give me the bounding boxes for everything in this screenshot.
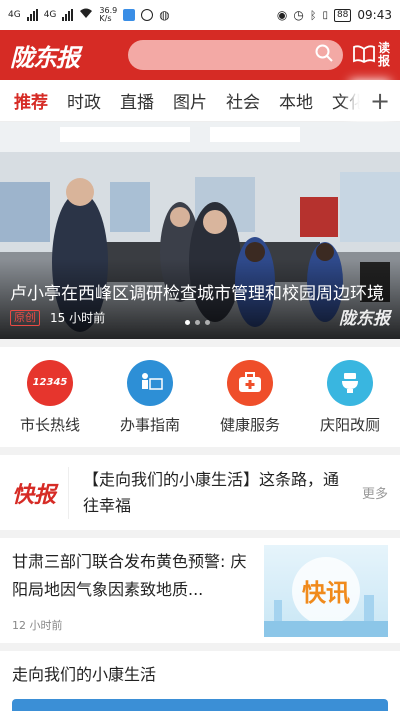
status-bar: 4G 4G 36.9 K/s ◍ ◉ ◷ ᛒ ▯ 88 09:43: [0, 0, 400, 30]
signal-icon: [26, 9, 38, 21]
channel-tabs: 推荐 时政 直播 图片 社会 本地 文化 +: [0, 80, 400, 122]
eye-icon: ◉: [276, 8, 288, 22]
topic-section[interactable]: 走向我们的小康生活: [0, 651, 400, 711]
battery-indicator: 88: [333, 8, 352, 22]
tab-pictures[interactable]: 图片: [173, 88, 207, 113]
kuaibao-logo: 快报: [12, 477, 62, 509]
news-item[interactable]: 甘肃三部门联合发布黄色预警: 庆阳局地因气象因素致地质... 12 小时前 快讯: [0, 538, 400, 643]
news-time: 12 小时前: [12, 619, 63, 632]
tab-recommend[interactable]: 推荐: [14, 88, 48, 113]
headline-banner[interactable]: 卢小亭在西峰区调研检查城市管理和校园周边环境 原创 15 小时前 陇东报: [0, 122, 400, 339]
news-thumbnail[interactable]: 快讯: [264, 545, 388, 637]
signal-icon-2: [62, 9, 74, 21]
service-mayor-hotline[interactable]: 12345 市长热线: [6, 359, 94, 435]
tab-politics[interactable]: 时政: [67, 88, 101, 113]
more-link[interactable]: 更多: [348, 483, 388, 502]
hotline-12345-icon: 12345: [27, 359, 73, 406]
network-label-2: 4G: [43, 10, 57, 20]
carousel-dot: [205, 320, 210, 325]
banner-title[interactable]: 卢小亭在西峰区调研检查城市管理和校园周边环境: [10, 279, 386, 304]
add-channel-button[interactable]: +: [360, 80, 400, 121]
news-flash-text[interactable]: 【走向我们的小康生活】这条路，通往幸福: [68, 466, 348, 519]
tab-society[interactable]: 社会: [226, 88, 260, 113]
thumbnail-text: 快讯: [302, 579, 350, 607]
net-speed: 36.9 K/s: [99, 7, 117, 23]
search-bar[interactable]: [128, 40, 343, 70]
book-icon: [353, 44, 375, 66]
hotline-icon-text: 12345: [32, 377, 68, 388]
app-logo: 陇东报: [10, 42, 80, 72]
service-guide[interactable]: 办事指南: [106, 359, 194, 435]
vibrate-icon: ▯: [322, 9, 328, 21]
banner-meta: 原创 15 小时前: [10, 309, 105, 326]
carousel-dot: [185, 320, 190, 325]
alarm-icon: ◷: [293, 8, 304, 22]
news-flash-bar[interactable]: 快报 【走向我们的小康生活】这条路，通往幸福 更多: [0, 455, 400, 530]
bluetooth-icon: ᛒ: [309, 8, 317, 22]
app-notification-icon: [123, 9, 136, 21]
service-toilet-reform[interactable]: 庆阳改厕: [306, 359, 394, 435]
banner-time: 15 小时前: [50, 311, 106, 325]
medical-kit-icon: [227, 359, 273, 406]
banner-watermark: 陇东报: [339, 309, 390, 329]
tab-live[interactable]: 直播: [120, 88, 154, 113]
original-badge: 原创: [10, 309, 40, 326]
service-label: 健康服务: [219, 415, 280, 434]
toilet-icon: [327, 359, 373, 406]
service-guide-icon: [127, 359, 173, 406]
dubao-label-2: 报: [377, 54, 390, 68]
service-label: 庆阳改厕: [319, 415, 380, 434]
carousel-indicator: [185, 320, 210, 325]
carousel-dot: [195, 320, 200, 325]
service-label: 市长热线: [19, 415, 80, 434]
service-health[interactable]: 健康服务: [206, 359, 294, 435]
clock: 09:43: [357, 8, 392, 22]
section-title[interactable]: 走向我们的小康生活: [12, 661, 388, 685]
message-icon: [141, 9, 154, 21]
service-grid: 12345 市长热线 办事指南 健康服务 庆阳改厕: [0, 347, 400, 447]
read-newspaper-button[interactable]: 读 报: [353, 42, 390, 68]
service-label: 办事指南: [119, 415, 180, 434]
network-label-1: 4G: [8, 10, 21, 20]
news-title[interactable]: 甘肃三部门联合发布黄色预警: 庆阳局地因气象因素致地质...: [12, 548, 256, 604]
net-speed-unit: K/s: [99, 14, 112, 23]
app-header: 陇东报 读 报: [0, 30, 400, 80]
kuaibao-logo-text: 快报: [12, 482, 57, 508]
wifi-icon: [79, 8, 93, 22]
tab-local[interactable]: 本地: [279, 88, 313, 113]
wechat-icon: ◍: [159, 8, 170, 22]
search-icon[interactable]: [315, 44, 333, 66]
